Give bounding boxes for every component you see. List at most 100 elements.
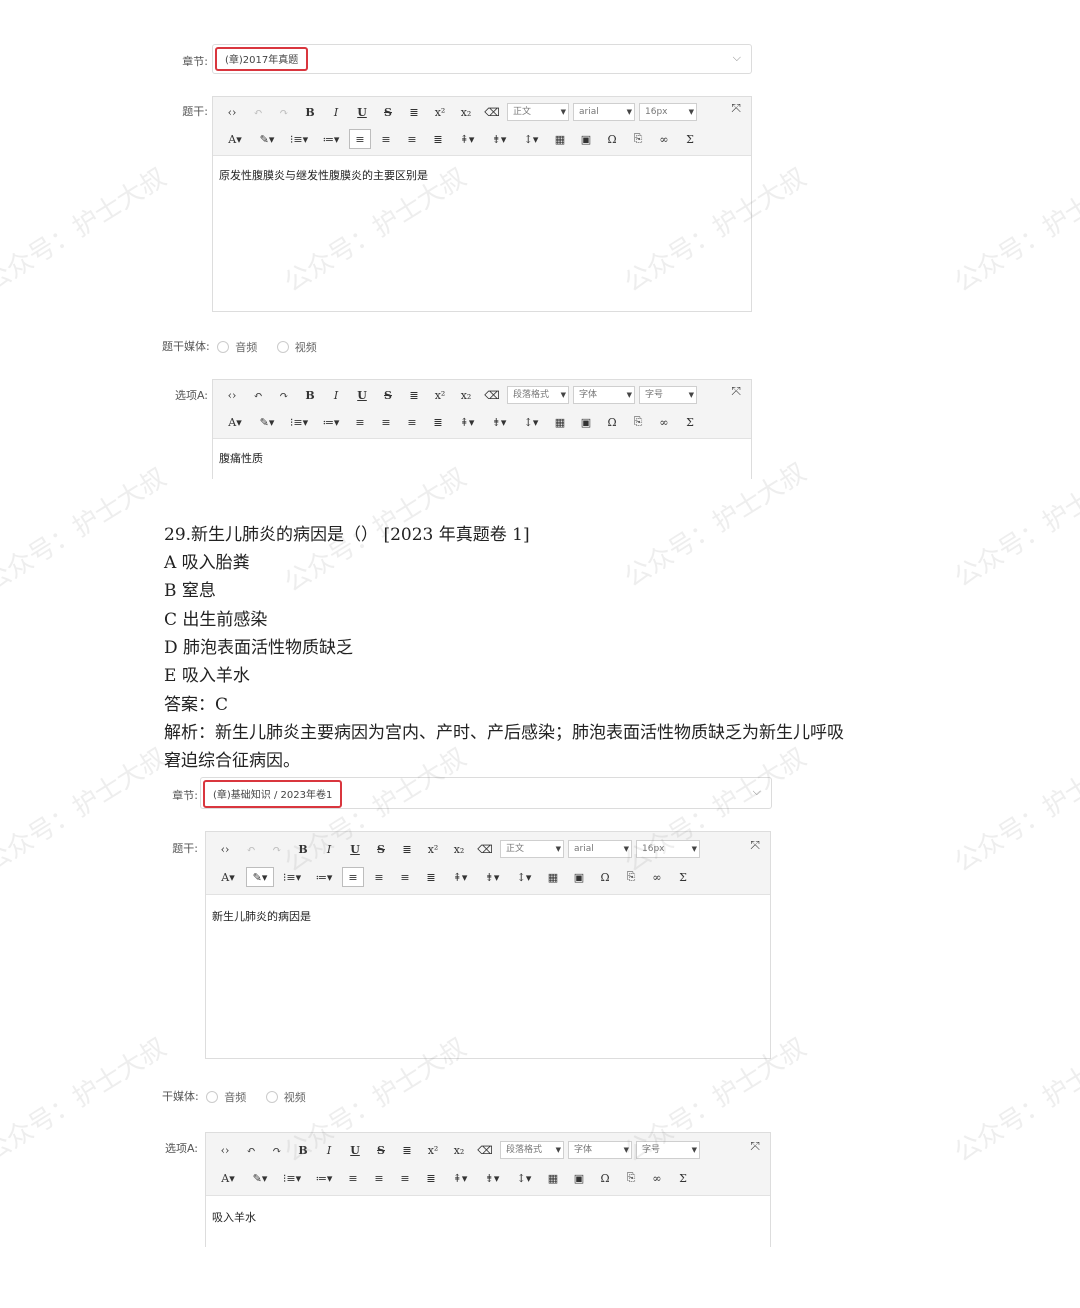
- link-icon[interactable]: ∞: [653, 129, 675, 149]
- link-icon[interactable]: ∞: [646, 867, 668, 887]
- stem-editor[interactable]: ‹› ↶ ↷ B I U S ≣ x² x₂ ⌫ 正文 ▼ arial ▼ 16px…: [212, 96, 752, 312]
- link-icon[interactable]: ∞: [646, 1168, 668, 1188]
- italic-icon[interactable]: I: [325, 102, 347, 122]
- audio-radio[interactable]: [217, 341, 230, 353]
- align-justify-icon[interactable]: ≣: [427, 412, 449, 432]
- table-icon[interactable]: ▦: [549, 129, 571, 149]
- align-justify-icon[interactable]: ≣: [420, 1168, 442, 1188]
- hr-icon[interactable]: ≣: [396, 839, 418, 859]
- underline-icon[interactable]: U: [344, 839, 366, 859]
- strikethrough-icon[interactable]: S: [377, 385, 399, 405]
- line-height-icon[interactable]: ↕▾: [517, 412, 545, 432]
- font-size-select[interactable]: 字号 ▼: [639, 386, 697, 404]
- bold-icon[interactable]: B: [299, 385, 321, 405]
- image-icon[interactable]: ▣: [575, 129, 597, 149]
- strikethrough-icon[interactable]: S: [370, 1140, 392, 1160]
- special-char-icon[interactable]: Ω: [601, 129, 623, 149]
- special-char-icon[interactable]: Ω: [594, 1168, 616, 1188]
- image-icon[interactable]: ▣: [568, 867, 590, 887]
- hr-icon[interactable]: ≣: [396, 1140, 418, 1160]
- chapter-select[interactable]: (章)2017年真题 ⌵: [212, 44, 752, 74]
- undo-icon[interactable]: ↶: [247, 102, 269, 122]
- table-icon[interactable]: ▦: [542, 867, 564, 887]
- row-spacing-top-icon[interactable]: ⇞▾: [446, 867, 474, 887]
- table-icon[interactable]: ▦: [549, 412, 571, 432]
- formula-icon[interactable]: Σ: [679, 129, 701, 149]
- link-icon[interactable]: ∞: [653, 412, 675, 432]
- row-spacing-top-icon[interactable]: ⇞▾: [453, 412, 481, 432]
- source-code-icon[interactable]: ‹›: [214, 1140, 236, 1160]
- fullscreen-icon[interactable]: ⤧: [731, 384, 741, 399]
- audio-radio[interactable]: [206, 1091, 219, 1103]
- formula-icon[interactable]: Σ: [672, 1168, 694, 1188]
- table-icon[interactable]: ▦: [542, 1168, 564, 1188]
- font-color-icon[interactable]: A▾: [214, 867, 242, 887]
- align-right-icon[interactable]: ≡: [401, 129, 423, 149]
- align-right-icon[interactable]: ≡: [401, 412, 423, 432]
- font-family-select[interactable]: 字体 ▼: [568, 1141, 632, 1159]
- paste-icon[interactable]: ⎘: [620, 1168, 642, 1188]
- subscript-icon[interactable]: x₂: [448, 839, 470, 859]
- line-height-icon[interactable]: ↕▾: [517, 129, 545, 149]
- font-color-icon[interactable]: A▾: [221, 129, 249, 149]
- bg-color-icon[interactable]: ✎▾: [246, 867, 274, 887]
- bold-icon[interactable]: B: [292, 839, 314, 859]
- ordered-list-icon[interactable]: ⁝≡▾: [285, 129, 313, 149]
- eraser-icon[interactable]: ⌫: [474, 1140, 496, 1160]
- align-left-icon[interactable]: ≡: [349, 412, 371, 432]
- fullscreen-icon[interactable]: ⤧: [731, 101, 741, 116]
- unordered-list-icon[interactable]: ≔▾: [317, 129, 345, 149]
- bg-color-icon[interactable]: ✎▾: [253, 412, 281, 432]
- option-a-editor[interactable]: ‹› ↶ ↷ B I U S ≣ x² x₂ ⌫ 段落格式 ▼ 字体 ▼ 字号 ▼ ⤧…: [205, 1132, 771, 1247]
- align-right-icon[interactable]: ≡: [394, 1168, 416, 1188]
- special-char-icon[interactable]: Ω: [601, 412, 623, 432]
- redo-icon[interactable]: ↷: [266, 839, 288, 859]
- paste-icon[interactable]: ⎘: [627, 129, 649, 149]
- eraser-icon[interactable]: ⌫: [481, 102, 503, 122]
- bg-color-icon[interactable]: ✎▾: [246, 1168, 274, 1188]
- line-height-icon[interactable]: ↕▾: [510, 1168, 538, 1188]
- row-spacing-top-icon[interactable]: ⇞▾: [446, 1168, 474, 1188]
- hr-icon[interactable]: ≣: [403, 102, 425, 122]
- align-right-icon[interactable]: ≡: [394, 867, 416, 887]
- stem-content[interactable]: 新生儿肺炎的病因是: [212, 908, 311, 924]
- paragraph-format-select[interactable]: 正文 ▼: [507, 103, 569, 121]
- hr-icon[interactable]: ≣: [403, 385, 425, 405]
- underline-icon[interactable]: U: [351, 102, 373, 122]
- video-radio[interactable]: [276, 341, 289, 353]
- align-justify-icon[interactable]: ≣: [420, 867, 442, 887]
- fullscreen-icon[interactable]: ⤧: [750, 838, 760, 853]
- row-spacing-bottom-icon[interactable]: ⇟▾: [485, 129, 513, 149]
- font-size-select[interactable]: 16px ▼: [636, 840, 700, 858]
- superscript-icon[interactable]: x²: [422, 839, 444, 859]
- undo-icon[interactable]: ↶: [240, 1140, 262, 1160]
- align-justify-icon[interactable]: ≣: [427, 129, 449, 149]
- underline-icon[interactable]: U: [344, 1140, 366, 1160]
- paragraph-format-select[interactable]: 段落格式 ▼: [500, 1141, 564, 1159]
- video-radio[interactable]: [265, 1091, 278, 1103]
- font-size-select[interactable]: 16px ▼: [639, 103, 697, 121]
- eraser-icon[interactable]: ⌫: [474, 839, 496, 859]
- italic-icon[interactable]: I: [318, 1140, 340, 1160]
- strikethrough-icon[interactable]: S: [377, 102, 399, 122]
- row-spacing-bottom-icon[interactable]: ⇟▾: [478, 1168, 506, 1188]
- font-color-icon[interactable]: A▾: [221, 412, 249, 432]
- align-left-icon[interactable]: ≡: [342, 1168, 364, 1188]
- ordered-list-icon[interactable]: ⁝≡▾: [278, 867, 306, 887]
- bold-icon[interactable]: B: [299, 102, 321, 122]
- undo-icon[interactable]: ↶: [240, 839, 262, 859]
- row-spacing-bottom-icon[interactable]: ⇟▾: [485, 412, 513, 432]
- source-code-icon[interactable]: ‹›: [214, 839, 236, 859]
- row-spacing-top-icon[interactable]: ⇞▾: [453, 129, 481, 149]
- align-center-icon[interactable]: ≡: [375, 412, 397, 432]
- unordered-list-icon[interactable]: ≔▾: [317, 412, 345, 432]
- stem-editor[interactable]: ‹› ↶ ↷ B I U S ≣ x² x₂ ⌫ 正文 ▼ arial ▼ 16px…: [205, 831, 771, 1059]
- font-size-select[interactable]: 字号 ▼: [636, 1141, 700, 1159]
- source-code-icon[interactable]: ‹›: [221, 385, 243, 405]
- ordered-list-icon[interactable]: ⁝≡▾: [278, 1168, 306, 1188]
- italic-icon[interactable]: I: [318, 839, 340, 859]
- paste-icon[interactable]: ⎘: [627, 412, 649, 432]
- font-family-select[interactable]: arial ▼: [568, 840, 632, 858]
- font-family-select[interactable]: arial ▼: [573, 103, 635, 121]
- bold-icon[interactable]: B: [292, 1140, 314, 1160]
